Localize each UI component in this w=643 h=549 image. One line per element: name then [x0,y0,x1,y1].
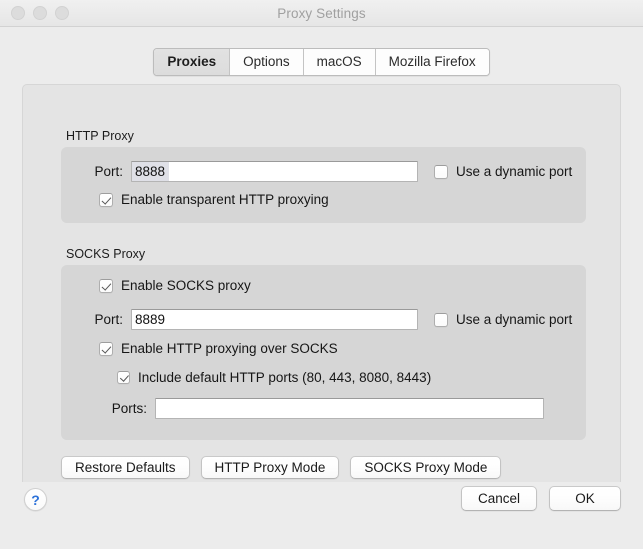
enable-transparent-http-proxying-checkbox[interactable]: Enable transparent HTTP proxying [99,192,329,207]
enable-socks-proxy-label: Enable SOCKS proxy [121,278,251,293]
http-transparent-row: Enable transparent HTTP proxying [99,192,329,207]
checkbox-box-icon [434,164,448,179]
socks-dynamic-port-label: Use a dynamic port [456,312,573,327]
minimize-button-icon[interactable] [33,6,47,20]
socks-port-input[interactable] [131,309,418,330]
enable-socks-proxy-checkbox[interactable]: Enable SOCKS proxy [99,278,251,293]
help-button-icon[interactable]: ? [24,488,47,511]
socks-dynamic-port-checkbox[interactable]: Use a dynamic port [434,312,572,327]
dialog-footer: ? Cancel OK [0,482,643,549]
window-titlebar: Proxy Settings [0,0,643,27]
ok-button[interactable]: OK [549,486,621,511]
socks-enable-row: Enable SOCKS proxy [99,278,251,293]
socks-proxy-groupbox: Enable SOCKS proxy Port: Use a dynamic p… [61,265,586,440]
http-dynamic-port-label: Use a dynamic port [456,164,573,179]
checkbox-box-icon [434,312,448,327]
http-port-label: Port: [94,164,123,179]
http-proxy-group-label: HTTP Proxy [66,129,134,143]
http-port-row: Port: Use a dynamic port [79,161,572,182]
zoom-button-icon[interactable] [55,6,69,20]
http-port-input[interactable] [131,161,418,182]
proxy-settings-window: Proxy Settings Proxies Options macOS Moz… [0,0,643,549]
socks-ports-label: Ports: [111,401,147,416]
tab-options[interactable]: Options [230,49,304,75]
socks-ports-row: Ports: [101,398,544,419]
checkbox-checkmark-icon [99,278,113,293]
restore-defaults-button[interactable]: Restore Defaults [61,456,190,479]
proxies-tab-panel: HTTP Proxy Port: Use a dynamic port Enab… [22,84,621,505]
include-default-http-ports-label: Include default HTTP ports (80, 443, 808… [138,370,432,385]
socks-proxy-group-label: SOCKS Proxy [66,247,146,261]
socks-port-row: Port: Use a dynamic port [79,309,572,330]
mode-button-row: Restore Defaults HTTP Proxy Mode SOCKS P… [61,456,502,479]
http-proxy-groupbox: Port: Use a dynamic port Enable transpar… [61,147,586,223]
tab-proxies[interactable]: Proxies [154,49,231,75]
close-button-icon[interactable] [11,6,25,20]
tab-bar: Proxies Options macOS Mozilla Firefox [0,48,643,76]
cancel-button[interactable]: Cancel [460,486,537,511]
window-title: Proxy Settings [277,5,366,21]
enable-http-proxying-over-socks-checkbox[interactable]: Enable HTTP proxying over SOCKS [99,341,338,356]
include-default-ports-row: Include default HTTP ports (80, 443, 808… [117,370,431,385]
checkbox-checkmark-icon [117,371,130,384]
checkbox-checkmark-icon [99,192,113,207]
window-content: Proxies Options macOS Mozilla Firefox HT… [0,27,643,549]
tab-mozilla-firefox[interactable]: Mozilla Firefox [375,49,489,75]
checkbox-checkmark-icon [99,341,113,356]
http-proxy-mode-button[interactable]: HTTP Proxy Mode [200,456,340,479]
dialog-action-buttons: Cancel OK [460,486,621,511]
socks-port-label: Port: [94,312,123,327]
enable-transparent-http-proxying-label: Enable transparent HTTP proxying [121,192,329,207]
socks-proxy-mode-button[interactable]: SOCKS Proxy Mode [350,456,502,479]
traffic-light-buttons [11,0,69,26]
include-default-http-ports-checkbox[interactable]: Include default HTTP ports (80, 443, 808… [117,370,431,385]
http-dynamic-port-checkbox[interactable]: Use a dynamic port [434,164,572,179]
socks-ports-input[interactable] [155,398,544,419]
tab-macos[interactable]: macOS [303,49,376,75]
http-over-socks-row: Enable HTTP proxying over SOCKS [99,341,338,356]
enable-http-proxying-over-socks-label: Enable HTTP proxying over SOCKS [121,341,338,356]
